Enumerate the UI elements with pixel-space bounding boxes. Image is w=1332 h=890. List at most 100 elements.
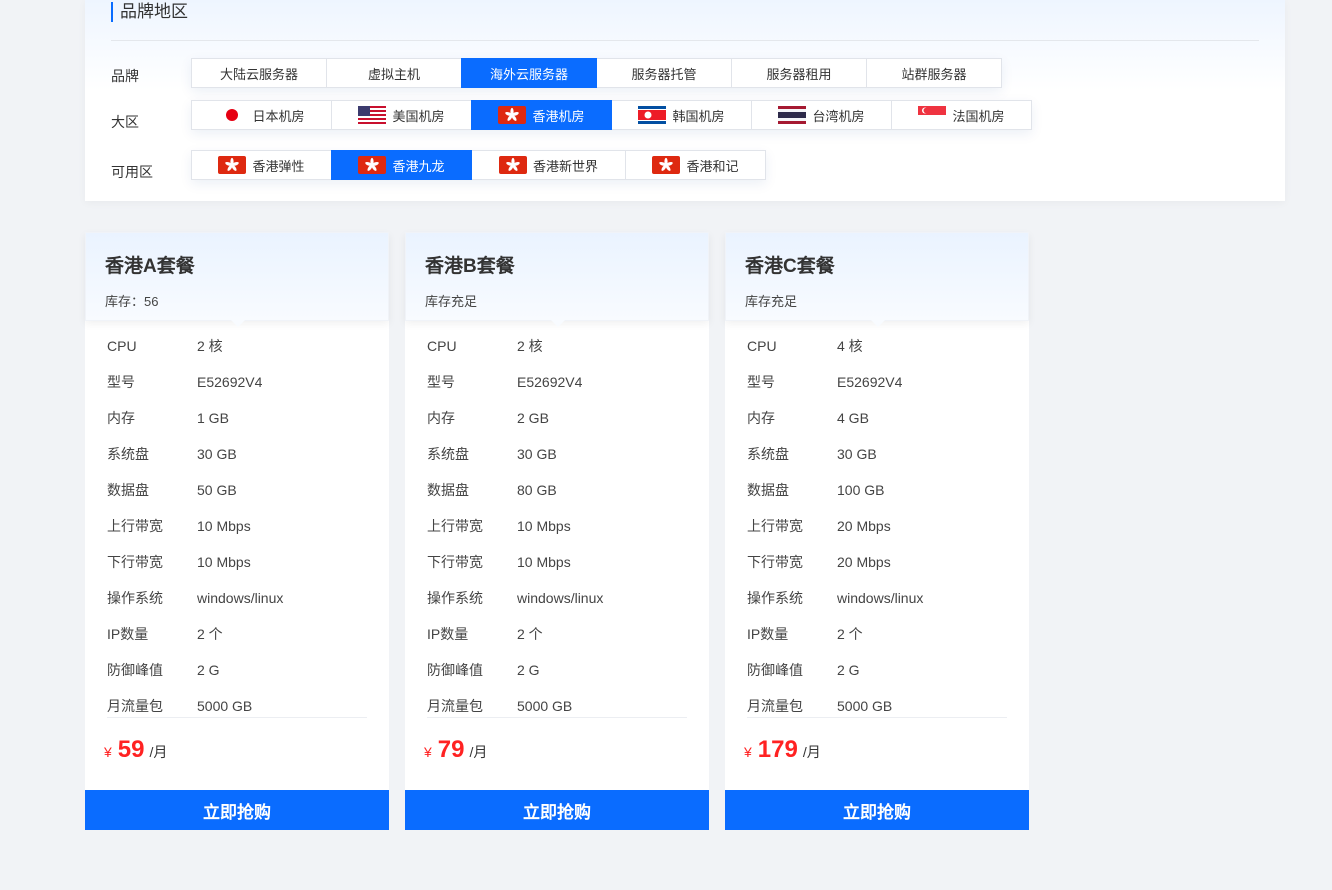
plan-price: ¥ 179 /月 <box>744 736 821 764</box>
spec-value: windows/linux <box>837 590 924 606</box>
singapore-flag-icon <box>918 106 947 124</box>
brand-option[interactable]: 服务器托管 <box>596 58 732 88</box>
plan-stock: 库存充足 <box>425 294 478 309</box>
spec-value: 10 Mbps <box>517 554 571 570</box>
zone-option[interactable]: 香港弹性 <box>191 150 332 180</box>
plan-card: 香港C套餐 库存充足 CPU 4 核型号 E52692V4 内存 4 GB 系统盘 30 G… <box>725 232 1029 830</box>
spec-value: 2 G <box>517 662 540 678</box>
plan-name: 香港B套餐 <box>425 256 515 277</box>
plan-price: ¥ 59 /月 <box>104 736 167 764</box>
spec-row: 内存 4 GB <box>747 400 1007 436</box>
spec-label: 操作系统 <box>747 590 803 606</box>
spec-list: CPU 2 核型号 E52692V4 内存 2 GB 系统盘 30 GB 数据盘 80 GB 上行… <box>427 328 687 724</box>
spec-value: 2 G <box>837 662 860 678</box>
spec-value: 4 GB <box>837 410 869 426</box>
spec-value: 10 Mbps <box>197 554 251 570</box>
spec-value: 10 Mbps <box>197 518 251 534</box>
plan-card-header: 香港B套餐 库存充足 <box>405 232 709 327</box>
spec-row: 上行带宽 10 Mbps <box>107 508 367 544</box>
brand-option[interactable]: 虚拟主机 <box>326 58 462 88</box>
region-option-label: 美国机房 <box>392 108 445 124</box>
spec-row: 上行带宽 10 Mbps <box>427 508 687 544</box>
spec-row: 月流量包 5000 GB <box>427 688 687 724</box>
spec-value: 50 GB <box>197 482 237 498</box>
spec-list: CPU 2 核型号 E52692V4 内存 1 GB 系统盘 30 GB 数据盘 50 GB 上行… <box>107 328 367 724</box>
zone-options: 香港弹性 香港九龙 香港新世界 香港和记 <box>191 150 766 180</box>
buy-now-button[interactable]: 立即抢购 <box>405 790 709 830</box>
hongkong-flag-icon <box>218 156 247 174</box>
region-option[interactable]: 台湾机房 <box>751 100 892 130</box>
card-divider <box>747 717 1007 718</box>
price-value: 59 <box>117 736 145 763</box>
price-unit: /月 <box>802 744 821 760</box>
brand-option[interactable]: 服务器租用 <box>731 58 867 88</box>
zone-option[interactable]: 香港新世界 <box>471 150 626 180</box>
spec-value: windows/linux <box>197 590 284 606</box>
plan-stock: 库存充足 <box>745 294 798 309</box>
spec-label: 操作系统 <box>427 590 483 606</box>
spec-label: CPU <box>747 338 777 354</box>
spec-label: 系统盘 <box>427 446 469 462</box>
brand-option[interactable]: 大陆云服务器 <box>191 58 327 88</box>
buy-now-button[interactable]: 立即抢购 <box>725 790 1029 830</box>
price-value: 179 <box>757 736 798 763</box>
spec-value: 30 GB <box>837 446 877 462</box>
spec-value: 100 GB <box>837 482 885 498</box>
spec-label: 系统盘 <box>747 446 789 462</box>
spec-value: 2 核 <box>517 338 543 354</box>
region-option[interactable]: 香港机房 <box>471 100 612 130</box>
spec-label: 系统盘 <box>107 446 149 462</box>
spec-label: 内存 <box>427 410 455 426</box>
spec-label: 操作系统 <box>107 590 163 606</box>
spec-row: CPU 2 核 <box>107 328 367 364</box>
zone-option-label: 香港弹性 <box>252 158 305 174</box>
spec-value: 10 Mbps <box>517 518 571 534</box>
spec-row: CPU 4 核 <box>747 328 1007 364</box>
plan-name: 香港C套餐 <box>745 256 835 277</box>
spec-value: 5000 GB <box>837 698 893 714</box>
spec-value: E52692V4 <box>517 374 583 390</box>
spec-label: IP数量 <box>107 626 149 642</box>
brand-option[interactable]: 海外云服务器 <box>461 58 597 88</box>
spec-row: IP数量 2 个 <box>747 616 1007 652</box>
spec-label: 型号 <box>107 374 135 390</box>
spec-row: 防御峰值 2 G <box>747 652 1007 688</box>
region-option[interactable]: 美国机房 <box>331 100 472 130</box>
spec-label: CPU <box>107 338 137 354</box>
spec-row: 操作系统 windows/linux <box>107 580 367 616</box>
spec-label: 内存 <box>107 410 135 426</box>
brand-label: 品牌 <box>111 68 139 84</box>
price-unit: /月 <box>469 744 488 760</box>
spec-value: 2 G <box>197 662 220 678</box>
spec-row: 下行带宽 20 Mbps <box>747 544 1007 580</box>
spec-row: 系统盘 30 GB <box>107 436 367 472</box>
zone-option[interactable]: 香港和记 <box>625 150 766 180</box>
spec-value: 2 个 <box>837 626 863 642</box>
region-option-label: 日本机房 <box>252 108 305 124</box>
brand-option[interactable]: 站群服务器 <box>866 58 1002 88</box>
buy-now-button[interactable]: 立即抢购 <box>85 790 389 830</box>
brand-options: 大陆云服务器 虚拟主机 海外云服务器 服务器托管 服务器租用 站群服务器 <box>191 58 1002 88</box>
spec-label: 数据盘 <box>107 482 149 498</box>
card-divider <box>427 717 687 718</box>
spec-row: 下行带宽 10 Mbps <box>107 544 367 580</box>
korea-flag-icon <box>638 106 667 124</box>
plan-stock: 库存：56 <box>105 294 159 309</box>
spec-label: 月流量包 <box>747 698 803 714</box>
spec-row: 数据盘 100 GB <box>747 472 1007 508</box>
spec-label: 防御峰值 <box>747 662 803 678</box>
currency-symbol: ¥ <box>744 744 752 760</box>
zone-option[interactable]: 香港九龙 <box>331 150 472 180</box>
spec-label: 月流量包 <box>427 698 483 714</box>
zone-label: 可用区 <box>111 164 153 180</box>
region-option[interactable]: 法国机房 <box>891 100 1032 130</box>
spec-value: E52692V4 <box>837 374 903 390</box>
spec-row: IP数量 2 个 <box>107 616 367 652</box>
spec-row: 月流量包 5000 GB <box>747 688 1007 724</box>
price-value: 79 <box>437 736 465 763</box>
hongkong-flag-icon <box>498 156 527 174</box>
spec-label: 型号 <box>747 374 775 390</box>
region-option[interactable]: 韩国机房 <box>611 100 752 130</box>
brand-option-label: 大陆云服务器 <box>219 66 298 82</box>
region-option[interactable]: 日本机房 <box>191 100 332 130</box>
